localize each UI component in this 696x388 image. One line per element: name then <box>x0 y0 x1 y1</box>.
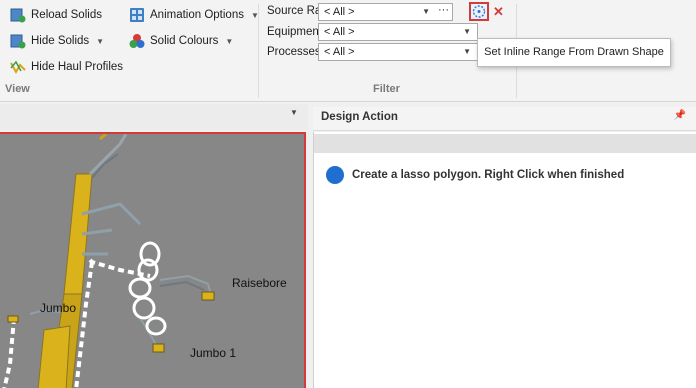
chevron-down-icon: ▼ <box>463 27 471 36</box>
hide-haul-profiles-button[interactable]: Hide Haul Profiles <box>10 56 123 78</box>
design-action-header: Design Action 📌 <box>313 107 696 131</box>
jumbo-1-label: Jumbo 1 <box>190 346 237 360</box>
set-inline-range-button[interactable] <box>469 2 489 21</box>
equipment-label: Equipment <box>267 26 322 38</box>
tooltip: Set Inline Range From Drawn Shape <box>477 38 671 67</box>
animation-options-button[interactable]: Animation Options ▼ <box>129 4 259 26</box>
source-range-value: < All > <box>324 6 355 18</box>
equipment-dropdown[interactable]: < All > ▼ <box>318 23 478 41</box>
viewport-header: ▼ <box>0 104 308 130</box>
status-message-text: Create a lasso polygon. Right Click when… <box>352 169 625 181</box>
reload-solids-label: Reload Solids <box>31 9 102 21</box>
processes-label: Processes <box>267 46 321 58</box>
animation-options-label: Animation Options <box>150 9 244 21</box>
lasso-icon <box>472 5 486 18</box>
animation-options-icon <box>129 7 145 23</box>
processes-dropdown[interactable]: < All > ▼ <box>318 43 478 61</box>
chevron-down-icon[interactable]: ▼ <box>290 108 298 117</box>
view-group-label: View <box>5 83 30 95</box>
chevron-down-icon: ▼ <box>96 36 105 46</box>
clear-filter-icon[interactable]: ✕ <box>493 4 504 20</box>
haul-profile-icon <box>10 59 26 75</box>
hide-solids-button[interactable]: Hide Solids ▼ <box>10 30 104 52</box>
chevron-down-icon: ▼ <box>422 7 430 16</box>
mine-model <box>2 134 215 388</box>
equipment-value: < All > <box>324 26 355 38</box>
status-message: Create a lasso polygon. Right Click when… <box>326 166 624 184</box>
3d-viewport[interactable]: Raisebore Jumbo Jumbo 1 <box>0 132 306 388</box>
solid-colours-button[interactable]: Solid Colours ▼ <box>129 30 233 52</box>
group-separator <box>258 4 259 98</box>
jumbo-label: Jumbo <box>40 301 77 315</box>
source-range-dropdown[interactable]: < All > ▼ ··· <box>318 3 453 21</box>
status-indicator-icon <box>326 166 344 184</box>
chevron-down-icon: ▼ <box>225 36 234 46</box>
processes-value: < All > <box>324 46 355 58</box>
solid-colours-label: Solid Colours <box>150 35 219 47</box>
pin-icon[interactable]: 📌 <box>674 110 686 121</box>
hide-solids-label: Hide Solids <box>31 35 90 47</box>
reload-solids-icon <box>10 7 26 23</box>
design-action-panel: Create a lasso polygon. Right Click when… <box>313 132 696 388</box>
more-options-button[interactable]: ··· <box>438 2 449 18</box>
filter-group-label: Filter <box>373 83 400 95</box>
hide-haul-profiles-label: Hide Haul Profiles <box>31 61 124 73</box>
reload-solids-button[interactable]: Reload Solids <box>10 4 102 26</box>
solid-colours-icon <box>129 33 145 49</box>
raisebore-label: Raisebore <box>232 276 287 290</box>
chevron-down-icon: ▼ <box>463 47 471 56</box>
panel-toolbar-strip <box>314 134 696 153</box>
hide-solids-icon <box>10 33 26 49</box>
panel-title: Design Action <box>321 111 398 123</box>
